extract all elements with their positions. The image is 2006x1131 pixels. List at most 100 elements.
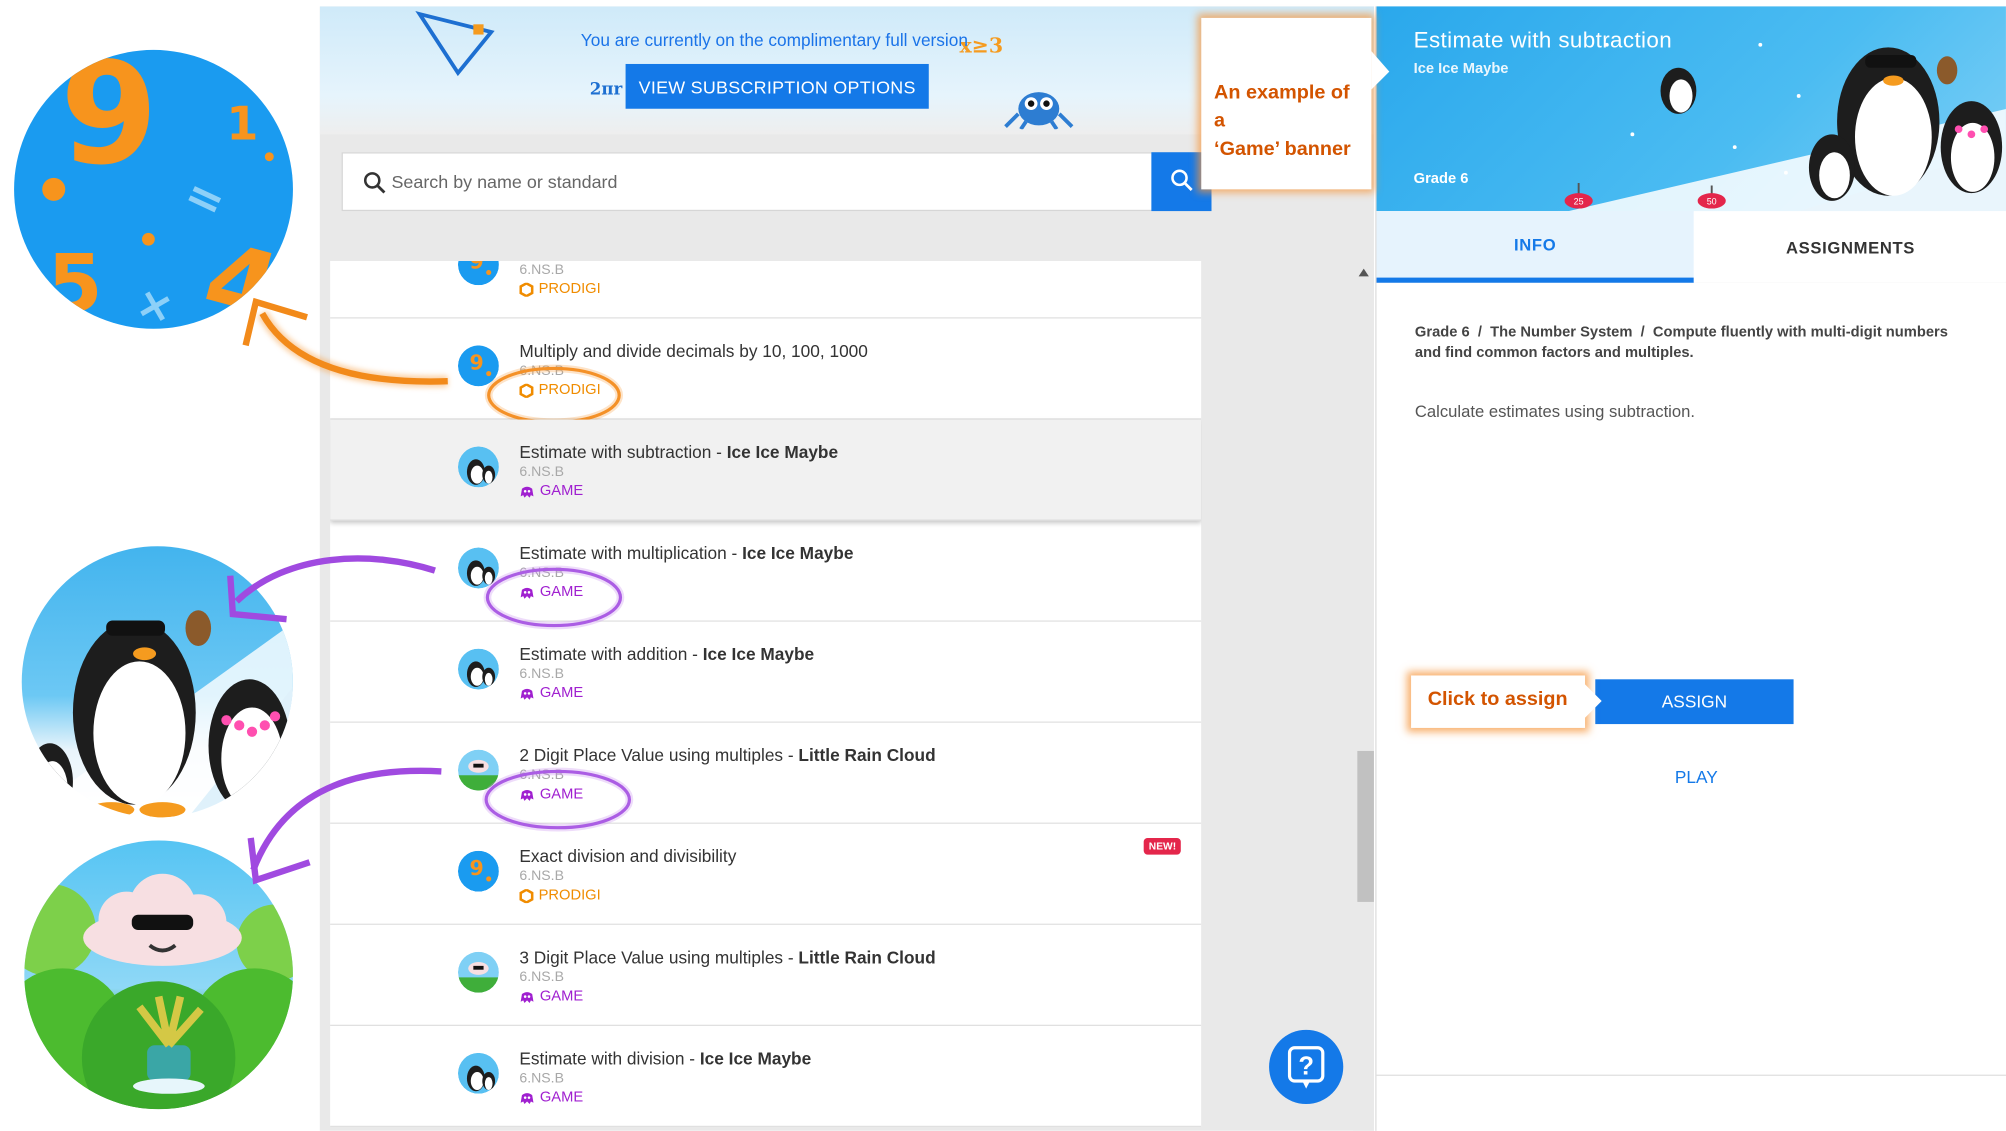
detail-tabs: INFO ASSIGNMENTS [1376,211,2006,283]
activity-standard: 6.NS.B [519,969,564,986]
detail-description: Calculate estimates using subtraction. [1414,401,1696,421]
new-badge: NEW! [1143,837,1182,855]
prodigi-hex-icon [519,383,534,398]
activity-row[interactable]: Estimate with subtraction - Ice Ice Mayb… [330,419,1202,521]
prodigi-hex-icon [519,888,534,903]
activity-type-label: GAME [539,786,584,803]
activity-type-label: GAME [539,584,584,600]
prodigi-type-badge: PRODIGI [519,281,601,297]
activity-type-label: GAME [539,483,584,499]
dot-small [142,232,155,246]
activity-row[interactable]: Estimate with division - Ice Ice Maybe 6.… [330,1025,1202,1128]
activity-title: Estimate with subtraction - Ice Ice Mayb… [519,443,838,462]
svg-text:9: 9 [470,856,484,880]
scrollbar-thumb[interactable] [1357,750,1374,902]
activity-title-text: Estimate with multiplication - [519,543,743,563]
penguin-icon [457,648,499,690]
game-controller-icon [520,486,534,498]
triangle-decoration [415,11,495,77]
activity-standard: 6.NS.B [519,1070,564,1087]
activity-row[interactable]: 3 Digit Place Value using multiples - Li… [330,924,1202,1026]
activity-game-name: Ice Ice Maybe [699,1049,812,1069]
mascot-decoration [1004,92,1074,130]
penguin-icon [457,1052,499,1094]
rain-cloud-illustration [24,840,293,1110]
digit-one: 1 [226,98,259,151]
game-type-badge: GAME [519,787,583,802]
game-controller-icon [520,688,534,700]
game-type-badge: GAME [519,686,583,701]
tab-assignments[interactable]: ASSIGNMENTS [1693,211,2006,283]
scroll-up-arrow-icon[interactable] [1357,267,1370,277]
game-banner: 25 50 Estimate with subtraction Ice Ice … [1376,6,2006,212]
game-banner-callout-line1: An example of a [1214,81,1350,132]
game-banner-callout: An example of a ‘Game’ banner [1201,17,1372,190]
breadcrumb-separator: / [1473,324,1487,341]
view-subscription-button[interactable]: VIEW SUBSCRIPTION OPTIONS [625,63,929,109]
detail-game-name: Ice Ice Maybe [1413,61,1509,77]
tab-info[interactable]: INFO [1376,211,1694,283]
help-icon: ? [1287,1046,1325,1089]
activity-standard: 6.NS.B [519,767,564,783]
penguins-illustration [21,546,293,818]
activity-title-text: Estimate with division - [519,1049,700,1069]
activity-row[interactable]: 9 6.NS.B PRODIGI [330,260,1202,319]
activity-game-name: Little Rain Cloud [798,745,936,766]
breadcrumb-grade: Grade 6 [1414,324,1470,341]
flag-50-label: 50 [1707,197,1717,207]
activity-standard: 6.NS.B [519,565,564,581]
activity-title-text: 2 Digit Place Value using multiples - [519,745,799,766]
activity-type-label: PRODIGI [538,382,601,398]
activity-row[interactable]: 9 Exact division and divisibility 6.NS.B PR… [330,823,1202,925]
game-type-badge: GAME [519,484,583,499]
activity-title-text: Estimate with subtraction - [519,442,727,462]
dot-tiny [264,152,274,162]
penguins-art [21,610,293,818]
prodigi-type-badge: PRODIGI [519,382,601,398]
game-controller-icon [520,587,534,599]
rain-cloud-arrowhead [247,837,311,885]
svg-text:?: ? [1298,1053,1314,1081]
activity-type-label: GAME [539,1089,584,1106]
svg-text:9: 9 [470,261,484,274]
activity-row[interactable]: Estimate with multiplication - Ice Ice M… [330,520,1202,622]
activity-standard: 6.NS.B [519,868,564,884]
activity-row[interactable]: Estimate with addition - Ice Ice Maybe 6.… [330,621,1202,723]
activity-title: 2 Digit Place Value using multiples - Li… [519,746,935,765]
activity-game-name: Ice Ice Maybe [702,644,815,664]
breadcrumb-domain: The Number System [1490,324,1633,341]
game-controller-icon [520,789,534,801]
activity-list: 9 6.NS.B PRODIGI 9 Multiply and divide decim… [330,260,1202,1131]
prodigi-math-icon: 9 [457,260,499,286]
activity-title-text: Exact division and divisibility [519,846,737,867]
search-button-icon [1170,168,1193,191]
search-input[interactable] [391,153,1108,210]
activity-row[interactable]: 2 Digit Place Value using multiples - Li… [330,722,1202,824]
activity-row[interactable]: 9 Multiply and divide decimals by 10, 100… [330,318,1202,420]
activity-title: Multiply and divide decimals by 10, 100,… [519,342,868,361]
penguin-icon [457,446,499,488]
help-button[interactable]: ? [1269,1029,1344,1105]
activity-type-label: GAME [539,988,584,1005]
click-to-assign-callout: Click to assign [1411,675,1586,728]
activity-standard: 6.NS.B [519,262,564,278]
activity-type-label: PRODIGI [538,887,601,904]
activity-title-text: 3 Digit Place Value using multiples - [519,947,799,968]
activity-game-name: Ice Ice Maybe [742,543,854,563]
prodigi-math-icon: 9 [457,345,499,387]
formula-decoration: 2πr [589,80,623,100]
activity-title: Estimate with multiplication - Ice Ice M… [519,544,853,563]
detail-grade: Grade 6 [1413,171,1469,187]
activity-detail-panel: 25 50 Estimate with subtraction Ice Ice … [1375,6,2006,1131]
assign-button[interactable]: ASSIGN [1595,679,1794,725]
play-button[interactable]: PLAY [1652,762,1742,790]
promo-text: You are currently on the complimentary f… [580,30,968,50]
rain-cloud-icon [457,951,499,993]
activity-title: Exact division and divisibility [519,847,736,866]
breadcrumb-separator: / [1636,324,1649,341]
list-scrollbar[interactable] [1353,262,1374,1131]
svg-text:9: 9 [470,351,484,375]
screenshot-canvas: 9 1 = 5 × 4 2πr x≥3 You are currently on… [0,0,2006,1131]
activity-standard: 6.NS.B [519,363,564,379]
dot-orange [42,177,66,201]
